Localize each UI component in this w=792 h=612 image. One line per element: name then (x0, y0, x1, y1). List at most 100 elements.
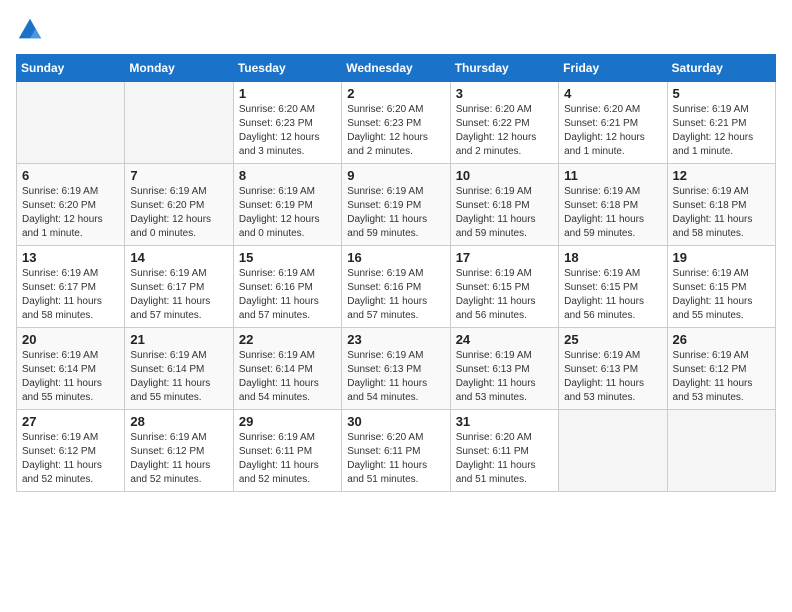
day-info: Sunrise: 6:19 AM Sunset: 6:15 PM Dayligh… (673, 267, 770, 323)
day-info: Sunrise: 6:19 AM Sunset: 6:16 PM Dayligh… (239, 267, 336, 323)
day-info: Sunrise: 6:20 AM Sunset: 6:23 PM Dayligh… (347, 103, 444, 159)
calendar-cell: 6 Sunrise: 6:19 AM Sunset: 6:20 PM Daylig… (17, 164, 125, 246)
day-info: Sunrise: 6:19 AM Sunset: 6:19 PM Dayligh… (239, 185, 336, 241)
calendar-cell: 22 Sunrise: 6:19 AM Sunset: 6:14 PM Dayli… (233, 328, 341, 410)
day-number: 9 (347, 168, 444, 183)
calendar-cell: 11Sunrise: 6:19 AM Sunset: 6:18 PM Dayli… (559, 164, 667, 246)
day-info: Sunrise: 6:19 AM Sunset: 6:16 PM Dayligh… (347, 267, 444, 323)
calendar-cell: 25Sunrise: 6:19 AM Sunset: 6:13 PM Dayli… (559, 328, 667, 410)
calendar-week-row: 6 Sunrise: 6:19 AM Sunset: 6:20 PM Daylig… (17, 164, 776, 246)
day-header-thursday: Thursday (450, 55, 558, 82)
day-number: 1 (239, 86, 336, 101)
day-number: 15 (239, 250, 336, 265)
calendar-cell (559, 410, 667, 492)
page-header (16, 16, 776, 44)
calendar-cell: 9 Sunrise: 6:19 AM Sunset: 6:19 PM Daylig… (342, 164, 450, 246)
day-info: Sunrise: 6:19 AM Sunset: 6:12 PM Dayligh… (673, 349, 770, 405)
day-number: 30 (347, 414, 444, 429)
day-number: 26 (673, 332, 770, 347)
calendar-cell: 18 Sunrise: 6:19 AM Sunset: 6:15 PM Dayli… (559, 246, 667, 328)
day-number: 18 (564, 250, 661, 265)
calendar-cell: 24 Sunrise: 6:19 AM Sunset: 6:13 PM Dayli… (450, 328, 558, 410)
day-info: Sunrise: 6:19 AM Sunset: 6:13 PM Dayligh… (347, 349, 444, 405)
calendar-header-row: SundayMondayTuesdayWednesdayThursdayFrid… (17, 55, 776, 82)
day-number: 24 (456, 332, 553, 347)
day-number: 19 (673, 250, 770, 265)
calendar-week-row: 13 Sunrise: 6:19 AM Sunset: 6:17 PM Dayli… (17, 246, 776, 328)
day-number: 8 (239, 168, 336, 183)
day-info: Sunrise: 6:20 AM Sunset: 6:22 PM Dayligh… (456, 103, 553, 159)
day-number: 13 (22, 250, 119, 265)
day-number: 7 (130, 168, 227, 183)
calendar-cell: 15 Sunrise: 6:19 AM Sunset: 6:16 PM Dayli… (233, 246, 341, 328)
calendar-cell: 5 Sunrise: 6:19 AM Sunset: 6:21 PM Daylig… (667, 82, 775, 164)
day-number: 6 (22, 168, 119, 183)
day-number: 31 (456, 414, 553, 429)
day-number: 17 (456, 250, 553, 265)
day-number: 10 (456, 168, 553, 183)
day-info: Sunrise: 6:19 AM Sunset: 6:18 PM Dayligh… (456, 185, 553, 241)
calendar-cell: 27 Sunrise: 6:19 AM Sunset: 6:12 PM Dayli… (17, 410, 125, 492)
day-info: Sunrise: 6:19 AM Sunset: 6:21 PM Dayligh… (673, 103, 770, 159)
calendar-cell: 7 Sunrise: 6:19 AM Sunset: 6:20 PM Daylig… (125, 164, 233, 246)
day-info: Sunrise: 6:19 AM Sunset: 6:20 PM Dayligh… (130, 185, 227, 241)
day-info: Sunrise: 6:19 AM Sunset: 6:14 PM Dayligh… (239, 349, 336, 405)
day-number: 20 (22, 332, 119, 347)
calendar-cell: 12 Sunrise: 6:19 AM Sunset: 6:18 PM Dayli… (667, 164, 775, 246)
day-number: 21 (130, 332, 227, 347)
day-info: Sunrise: 6:19 AM Sunset: 6:19 PM Dayligh… (347, 185, 444, 241)
day-header-sunday: Sunday (17, 55, 125, 82)
day-info: Sunrise: 6:20 AM Sunset: 6:11 PM Dayligh… (347, 431, 444, 487)
calendar-cell: 1 Sunrise: 6:20 AM Sunset: 6:23 PM Daylig… (233, 82, 341, 164)
calendar-cell: 8 Sunrise: 6:19 AM Sunset: 6:19 PM Daylig… (233, 164, 341, 246)
day-header-saturday: Saturday (667, 55, 775, 82)
day-info: Sunrise: 6:19 AM Sunset: 6:15 PM Dayligh… (456, 267, 553, 323)
day-info: Sunrise: 6:19 AM Sunset: 6:14 PM Dayligh… (130, 349, 227, 405)
day-info: Sunrise: 6:19 AM Sunset: 6:12 PM Dayligh… (22, 431, 119, 487)
calendar-cell: 19 Sunrise: 6:19 AM Sunset: 6:15 PM Dayli… (667, 246, 775, 328)
calendar-week-row: 27 Sunrise: 6:19 AM Sunset: 6:12 PM Dayli… (17, 410, 776, 492)
day-number: 22 (239, 332, 336, 347)
day-info: Sunrise: 6:19 AM Sunset: 6:17 PM Dayligh… (130, 267, 227, 323)
day-number: 29 (239, 414, 336, 429)
day-info: Sunrise: 6:19 AM Sunset: 6:18 PM Dayligh… (673, 185, 770, 241)
day-number: 12 (673, 168, 770, 183)
day-number: 14 (130, 250, 227, 265)
day-info: Sunrise: 6:19 AM Sunset: 6:20 PM Dayligh… (22, 185, 119, 241)
calendar-cell: 10 Sunrise: 6:19 AM Sunset: 6:18 PM Dayli… (450, 164, 558, 246)
day-header-friday: Friday (559, 55, 667, 82)
day-number: 28 (130, 414, 227, 429)
day-number: 5 (673, 86, 770, 101)
calendar-cell (17, 82, 125, 164)
day-number: 3 (456, 86, 553, 101)
day-number: 27 (22, 414, 119, 429)
calendar-cell: 30 Sunrise: 6:20 AM Sunset: 6:11 PM Dayli… (342, 410, 450, 492)
calendar-table: SundayMondayTuesdayWednesdayThursdayFrid… (16, 54, 776, 492)
day-info: Sunrise: 6:19 AM Sunset: 6:15 PM Dayligh… (564, 267, 661, 323)
day-header-tuesday: Tuesday (233, 55, 341, 82)
logo-icon (16, 16, 44, 44)
calendar-week-row: 20 Sunrise: 6:19 AM Sunset: 6:14 PM Dayli… (17, 328, 776, 410)
calendar-cell (125, 82, 233, 164)
calendar-cell: 26 Sunrise: 6:19 AM Sunset: 6:12 PM Dayli… (667, 328, 775, 410)
calendar-cell (667, 410, 775, 492)
calendar-cell: 2Sunrise: 6:20 AM Sunset: 6:23 PM Daylig… (342, 82, 450, 164)
day-number: 23 (347, 332, 444, 347)
calendar-week-row: 1 Sunrise: 6:20 AM Sunset: 6:23 PM Daylig… (17, 82, 776, 164)
day-header-monday: Monday (125, 55, 233, 82)
calendar-cell: 13 Sunrise: 6:19 AM Sunset: 6:17 PM Dayli… (17, 246, 125, 328)
day-number: 4 (564, 86, 661, 101)
day-info: Sunrise: 6:19 AM Sunset: 6:11 PM Dayligh… (239, 431, 336, 487)
calendar-cell: 17 Sunrise: 6:19 AM Sunset: 6:15 PM Dayli… (450, 246, 558, 328)
day-info: Sunrise: 6:19 AM Sunset: 6:14 PM Dayligh… (22, 349, 119, 405)
day-info: Sunrise: 6:19 AM Sunset: 6:13 PM Dayligh… (564, 349, 661, 405)
day-info: Sunrise: 6:20 AM Sunset: 6:11 PM Dayligh… (456, 431, 553, 487)
day-info: Sunrise: 6:19 AM Sunset: 6:17 PM Dayligh… (22, 267, 119, 323)
day-number: 16 (347, 250, 444, 265)
day-info: Sunrise: 6:20 AM Sunset: 6:23 PM Dayligh… (239, 103, 336, 159)
calendar-cell: 31 Sunrise: 6:20 AM Sunset: 6:11 PM Dayli… (450, 410, 558, 492)
calendar-cell: 3 Sunrise: 6:20 AM Sunset: 6:22 PM Daylig… (450, 82, 558, 164)
calendar-cell: 21 Sunrise: 6:19 AM Sunset: 6:14 PM Dayli… (125, 328, 233, 410)
calendar-cell: 4Sunrise: 6:20 AM Sunset: 6:21 PM Daylig… (559, 82, 667, 164)
day-info: Sunrise: 6:19 AM Sunset: 6:13 PM Dayligh… (456, 349, 553, 405)
